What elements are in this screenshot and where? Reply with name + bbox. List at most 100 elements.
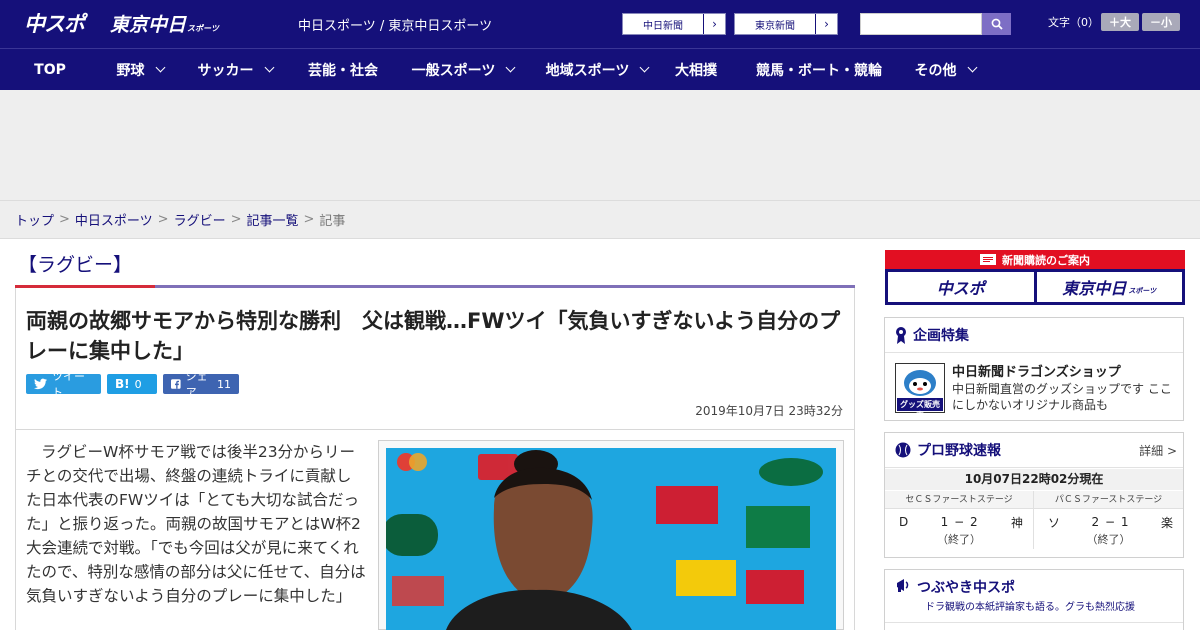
article-divider bbox=[15, 429, 855, 430]
game-score: 1 − 2 bbox=[940, 515, 979, 529]
search-input[interactable] bbox=[860, 13, 982, 35]
game-score-row: ソ 2 − 1 楽 bbox=[1034, 509, 1183, 535]
nav-item-label: TOP bbox=[34, 61, 66, 78]
subscribe-tokyo-logo[interactable]: 東京中日 スポーツ bbox=[1036, 272, 1182, 302]
newspaper-icon bbox=[980, 254, 996, 265]
baseball-details-link[interactable]: 詳細 > bbox=[1139, 442, 1177, 459]
game-status: （終了） bbox=[937, 533, 981, 546]
font-size-smaller-button[interactable]: －小 bbox=[1142, 13, 1180, 31]
search-button[interactable] bbox=[982, 13, 1011, 35]
hatena-bookmark-button[interactable]: B! 0 bbox=[107, 374, 157, 394]
ad-banner-area bbox=[0, 90, 1200, 200]
chunichi-shimbun-button[interactable]: 中日新聞 › bbox=[622, 13, 726, 35]
article-date: 2019年10月7日 23時32分 bbox=[695, 404, 843, 418]
game-score-row: D 1 − 2 神 bbox=[885, 509, 1033, 535]
subscribe-chuspo-text: 中スポ bbox=[936, 279, 985, 298]
breadcrumb-separator: > bbox=[157, 212, 169, 227]
global-nav: TOP 野球 サッカー 芸能・社会 一般スポーツ 地域スポーツ 大相撲 競馬・ボ… bbox=[0, 48, 1200, 90]
goods-sale-label: グッズ販売中 bbox=[900, 400, 940, 420]
nav-item-soccer[interactable]: サッカー bbox=[180, 49, 290, 90]
breadcrumb-link-article-list[interactable]: 記事一覧 bbox=[247, 210, 299, 229]
chevron-down-icon bbox=[967, 62, 977, 73]
baseball-icon bbox=[895, 442, 911, 458]
special-feature-card: 企画特集 グッズ販売中 中日新聞ドラゴンズショップ 中日新聞直営のグッズショップ… bbox=[884, 317, 1184, 421]
article-top-accent bbox=[15, 285, 155, 288]
chunichi-shimbun-label: 中日新聞 bbox=[643, 20, 683, 32]
newspaper-subscription-banner[interactable]: 新聞購読のご案内 中スポ 東京中日 スポーツ bbox=[885, 250, 1185, 305]
nav-item-label: 競馬・ボート・競輪 bbox=[756, 62, 882, 79]
article-photo[interactable] bbox=[386, 448, 836, 630]
ribbon-icon bbox=[896, 327, 906, 344]
subscribe-tokyo-text: 東京中日 bbox=[1062, 279, 1127, 298]
tweets-title[interactable]: つぶやき中スポ bbox=[917, 577, 1015, 597]
breadcrumb-link-rugby[interactable]: ラグビー bbox=[174, 210, 226, 229]
tweet-button[interactable]: ツイート bbox=[26, 370, 101, 399]
special-feature-title: 企画特集 bbox=[913, 328, 969, 344]
tokyo-shimbun-label: 東京新聞 bbox=[755, 20, 795, 32]
nav-item-label: 大相撲 bbox=[675, 62, 717, 79]
facebook-share-label: シェア bbox=[185, 370, 208, 399]
section-label: 【ラグビー】 bbox=[18, 254, 133, 276]
tweet-label: ツイート bbox=[52, 370, 86, 399]
megaphone-icon bbox=[897, 579, 909, 592]
breadcrumb: トップ > 中日スポーツ > ラグビー > 記事一覧 > 記事 bbox=[0, 200, 1200, 239]
tokyo-logo-text: 東京中日 bbox=[110, 13, 187, 36]
site-title[interactable]: 中日スポーツ / 東京中日スポーツ bbox=[298, 15, 492, 34]
away-team: 神 bbox=[1010, 515, 1023, 530]
game-stage: セＣＳファーストステージ bbox=[885, 491, 1033, 509]
chevron-down-icon bbox=[264, 62, 274, 73]
hatena-count: 0 bbox=[134, 377, 142, 391]
search-icon bbox=[991, 18, 1003, 30]
subscription-heading: 新聞購読のご案内 bbox=[885, 250, 1185, 269]
chevron-right-icon: › bbox=[703, 14, 725, 34]
nav-item-label: サッカー bbox=[197, 62, 254, 79]
game-pacific-cs[interactable]: パＣＳファーストステージ ソ 2 − 1 楽 （終了） bbox=[1034, 491, 1183, 549]
nav-item-sumo[interactable]: 大相撲 bbox=[664, 49, 728, 90]
game-status: （終了） bbox=[1086, 533, 1131, 546]
tokyo-logo-sub: スポーツ bbox=[187, 23, 219, 33]
tweets-header: つぶやき中スポ bbox=[885, 570, 1183, 596]
nav-item-label: その他 bbox=[914, 62, 957, 79]
tweets-divider bbox=[885, 622, 1183, 623]
article-body: ラグビーW杯サモア戦では後半23分からリーチとの交代で出場、終盤の連続トライに貢… bbox=[26, 443, 366, 605]
font-size-larger-button[interactable]: ＋大 bbox=[1101, 13, 1139, 31]
scores-as-of: 10月07日22時02分現在 bbox=[885, 469, 1183, 490]
away-team: 楽 bbox=[1160, 515, 1173, 530]
facebook-share-count: 11 bbox=[217, 377, 231, 391]
game-central-cs[interactable]: セＣＳファーストステージ D 1 − 2 神 （終了） bbox=[885, 491, 1034, 549]
font-size-label: 文字（0） bbox=[1048, 16, 1099, 29]
breadcrumb-separator: > bbox=[230, 212, 242, 227]
chuspo-logo[interactable]: 中スポ bbox=[24, 8, 85, 38]
chuspo-logo-text: 中スポ bbox=[24, 12, 85, 36]
nav-item-top[interactable]: TOP bbox=[0, 49, 100, 90]
share-buttons: ツイート B! 0 シェア 11 bbox=[26, 370, 239, 399]
special-feature-header: 企画特集 bbox=[885, 318, 1183, 353]
baseball-scores-title: プロ野球速報 bbox=[917, 443, 1001, 459]
subscription-heading-text: 新聞購読のご案内 bbox=[1002, 253, 1090, 267]
nav-item-baseball[interactable]: 野球 bbox=[100, 49, 180, 90]
hatena-icon: B! bbox=[115, 377, 130, 391]
home-team: D bbox=[899, 515, 909, 529]
chevron-down-icon bbox=[639, 62, 650, 73]
subscribe-tokyo-sub: スポーツ bbox=[1128, 286, 1157, 295]
twitter-bird-icon bbox=[34, 378, 48, 390]
breadcrumb-link-top[interactable]: トップ bbox=[15, 210, 54, 229]
nav-item-other[interactable]: その他 bbox=[910, 49, 980, 90]
breadcrumb-link-chunichi-sports[interactable]: 中日スポーツ bbox=[75, 210, 153, 229]
nav-item-general-sports[interactable]: 一般スポーツ bbox=[396, 49, 530, 90]
article-photo-image bbox=[386, 448, 836, 630]
subscription-logos: 中スポ 東京中日 スポーツ bbox=[885, 269, 1185, 305]
nav-item-entertainment[interactable]: 芸能・社会 bbox=[290, 49, 396, 90]
dragons-shop-thumbnail[interactable]: グッズ販売中 bbox=[895, 363, 945, 420]
tokyo-shimbun-button[interactable]: 東京新聞 › bbox=[734, 13, 838, 35]
nav-item-racing[interactable]: 競馬・ボート・競輪 bbox=[728, 49, 910, 90]
facebook-share-button[interactable]: シェア 11 bbox=[163, 370, 239, 399]
subscribe-chuspo-logo[interactable]: 中スポ bbox=[888, 272, 1034, 302]
site-header: 中スポ 東京中日 スポーツ 中日スポーツ / 東京中日スポーツ 中日新聞 › 東… bbox=[0, 0, 1200, 48]
breadcrumb-separator: > bbox=[303, 212, 315, 227]
nav-item-label: 地域スポーツ bbox=[545, 62, 630, 79]
dragons-shop-title[interactable]: 中日新聞ドラゴンズショップ bbox=[952, 361, 1121, 380]
nav-item-local-sports[interactable]: 地域スポーツ bbox=[530, 49, 664, 90]
tokyo-chunichi-logo[interactable]: 東京中日 スポーツ bbox=[110, 8, 219, 38]
tweets-subtitle: ドラ観戦の本紙評論家も語る。グラも熱烈応援 bbox=[925, 602, 1135, 613]
